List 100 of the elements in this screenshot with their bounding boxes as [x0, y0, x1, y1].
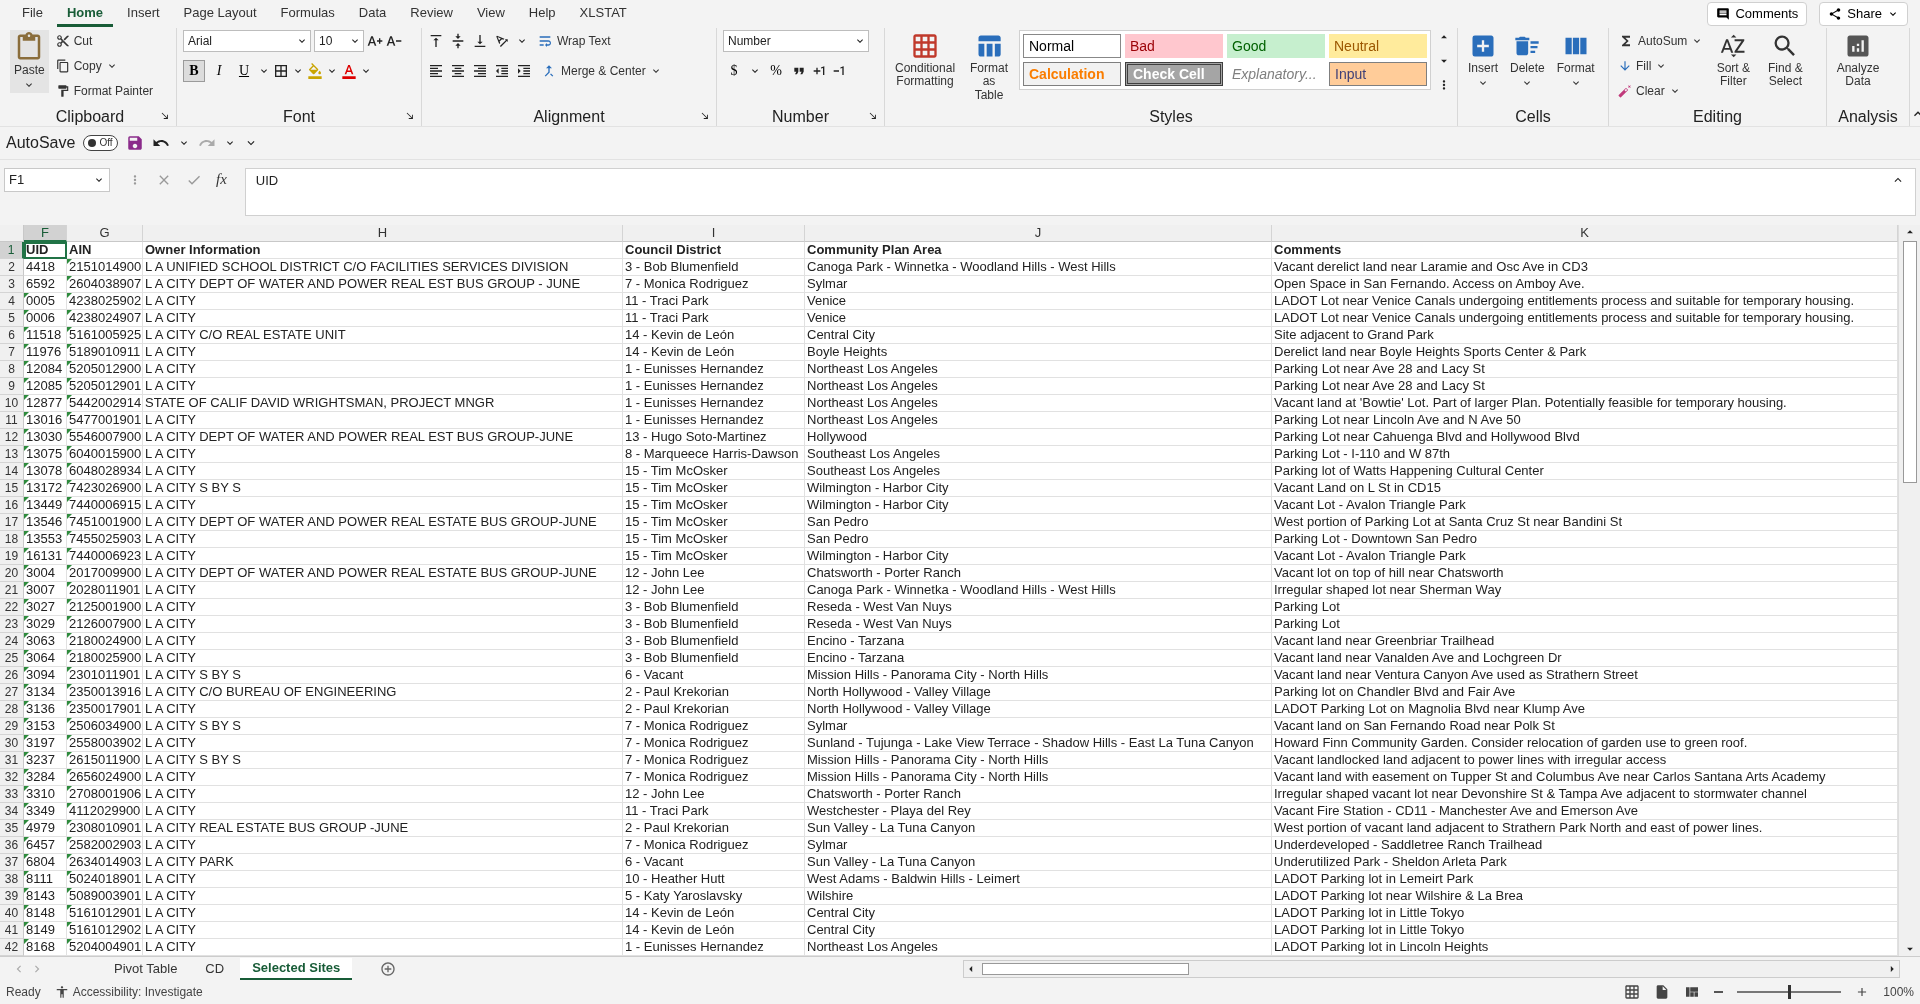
ribbon-tab[interactable]: Data [348, 0, 397, 27]
indent-increase-icon [516, 62, 532, 79]
comments-button[interactable]: Comments [1707, 1, 1808, 26]
currency-button[interactable]: $ [723, 59, 745, 82]
table-cell: Vacant land at 'Bowtie' Lot. Part of larger Plan. Potentially feasible for temporary housing. [1272, 394, 1898, 412]
sheet-tab[interactable]: Pivot Table [102, 957, 190, 980]
table-cell: L A CITY C/O BUREAU OF ENGINEERING [143, 683, 623, 701]
table-cell: 2506034900 [67, 717, 143, 735]
ribbon-tab[interactable]: View [466, 0, 515, 27]
table-cell: Comments [1272, 241, 1898, 259]
table-cell: Owner Information [143, 241, 623, 259]
column-header[interactable]: J [805, 224, 1272, 242]
formula-input[interactable]: UID [244, 167, 1916, 216]
share-button[interactable]: Share [1819, 1, 1908, 26]
table-cell: 11 - Traci Park [623, 802, 805, 820]
cell-style[interactable]: Good [1227, 33, 1325, 58]
table-cell: Vacant Land on L St in CD15 [1272, 479, 1898, 497]
percent-button[interactable]: % [765, 59, 787, 82]
table-cell: L A CITY S BY S [143, 751, 623, 769]
sheet-tab[interactable]: Selected Sites [240, 957, 353, 980]
fill-button[interactable]: Fill [1615, 54, 1707, 77]
vertical-scrollbar[interactable] [1898, 224, 1920, 956]
sheet-tab[interactable]: CD [193, 957, 237, 980]
ribbon-tab[interactable]: Review [400, 0, 463, 27]
table-cell: 3 - Bob Blumenfield [623, 615, 805, 633]
format-painter-button[interactable]: Format Painter [52, 79, 157, 102]
borders-icon [273, 62, 289, 79]
bold-button[interactable]: B [183, 59, 205, 82]
wrap-text-button[interactable]: Wrap Text [534, 29, 614, 52]
table-cell: Parking Lot - Downtown San Pedro [1272, 530, 1898, 548]
column-header[interactable]: F [24, 224, 67, 242]
cell-style[interactable]: Normal [1023, 33, 1121, 58]
table-cell: 6048028934 [67, 462, 143, 480]
group-label: Font [283, 108, 315, 126]
ribbon-tab[interactable]: Insert [117, 0, 170, 27]
font-name-dropdown[interactable]: Arial [183, 29, 311, 52]
column-header[interactable]: G [67, 224, 143, 242]
scroll-thumb[interactable] [1902, 240, 1917, 483]
table-cell: LADOT Parking lot in Lincoln Heights [1272, 938, 1898, 956]
horizontal-scrollbar[interactable] [963, 959, 1900, 978]
format-as-table-button[interactable]: Format as Table [963, 29, 1015, 105]
clear-button[interactable]: Clear [1615, 79, 1707, 102]
cell-style[interactable]: Bad [1125, 33, 1223, 58]
column-header[interactable]: I [623, 224, 805, 242]
column-header[interactable]: K [1272, 224, 1898, 242]
table-cell: 8168 [24, 938, 67, 956]
cut-button[interactable]: Cut [52, 29, 157, 52]
merge-center-button[interactable]: Merge & Center [538, 59, 665, 82]
grid-icon [911, 31, 939, 60]
column-header[interactable]: H [143, 224, 623, 242]
table-cell: Southeast Los Angeles [805, 462, 1272, 480]
table-cell: 2017009900 [67, 564, 143, 582]
paste-button[interactable]: Paste [10, 29, 49, 94]
insert-function-button[interactable]: fx [216, 171, 227, 188]
table-cell: 3197 [24, 734, 67, 752]
ribbon-tab[interactable]: Home [56, 0, 114, 27]
copy-button[interactable]: Copy [52, 54, 157, 77]
table-cell: Northeast Los Angeles [805, 394, 1272, 412]
find-select-button[interactable]: Find & Select [1760, 29, 1811, 92]
font-size-dropdown[interactable]: 10 [314, 29, 364, 52]
table-cell: L A CITY [143, 547, 623, 565]
ribbon-tab[interactable]: Formulas [270, 0, 345, 27]
scroll-thumb[interactable] [982, 962, 1189, 975]
cells-button[interactable]: Delete [1506, 29, 1549, 92]
underline-button[interactable]: U [233, 59, 255, 82]
select-all-corner[interactable] [0, 224, 24, 242]
ribbon-tab[interactable]: File [12, 0, 53, 27]
cells-button[interactable]: Format [1552, 29, 1599, 92]
table-cell: 7 - Monica Rodriguez [623, 836, 805, 854]
table-cell: LADOT Lot near Venice Canals undergoing entitlements process and suitable for temporary housing. [1272, 309, 1898, 327]
table-cell: LADOT Parking Lot on Magnolia Blvd near Klump Ave [1272, 700, 1898, 718]
ribbon-tab[interactable]: Help [518, 0, 566, 27]
autosave-toggle[interactable]: Off [83, 134, 118, 151]
table-cell: 15 - Tim McOsker [623, 547, 805, 565]
table-cell: 3136 [24, 700, 67, 718]
cell-style[interactable]: Neutral [1329, 33, 1427, 58]
conditional-formatting-button[interactable]: Conditional Formatting [891, 29, 960, 92]
cell-style[interactable]: Input [1329, 61, 1427, 86]
table-cell: 1 - Eunisses Hernandez [623, 377, 805, 395]
italic-button[interactable]: I [208, 59, 230, 82]
number-format-dropdown[interactable]: Number [723, 29, 869, 52]
zoom-thumb[interactable] [1788, 985, 1792, 1000]
ribbon-tab[interactable]: Page Layout [173, 0, 267, 27]
autosum-button[interactable]: AutoSum [1615, 29, 1707, 52]
table-cell: Sylmar [805, 275, 1272, 293]
name-box[interactable]: F1 [4, 167, 110, 192]
table-cell: 3063 [24, 632, 67, 650]
cells-button[interactable]: Insert [1464, 29, 1502, 92]
ribbon-tab[interactable]: XLSTAT [569, 0, 637, 27]
analyze-data-button[interactable]: Analyze Data [1833, 29, 1883, 92]
table-cell: 2 - Paul Krekorian [623, 683, 805, 701]
zoom-out-icon[interactable] [1714, 991, 1724, 994]
table-cell: L A CITY [143, 870, 623, 888]
accessibility-status[interactable]: Accessibility: Investigate [72, 985, 203, 1000]
table-cell: 4238024907 [67, 309, 143, 327]
table-cell: 13449 [24, 496, 67, 514]
autosave-label: AutoSave [6, 133, 76, 152]
table-cell: 5189010911 [67, 343, 143, 361]
sort-filter-button[interactable]: Sort & Filter [1710, 29, 1757, 92]
table-cell: 5546007900 [67, 428, 143, 446]
